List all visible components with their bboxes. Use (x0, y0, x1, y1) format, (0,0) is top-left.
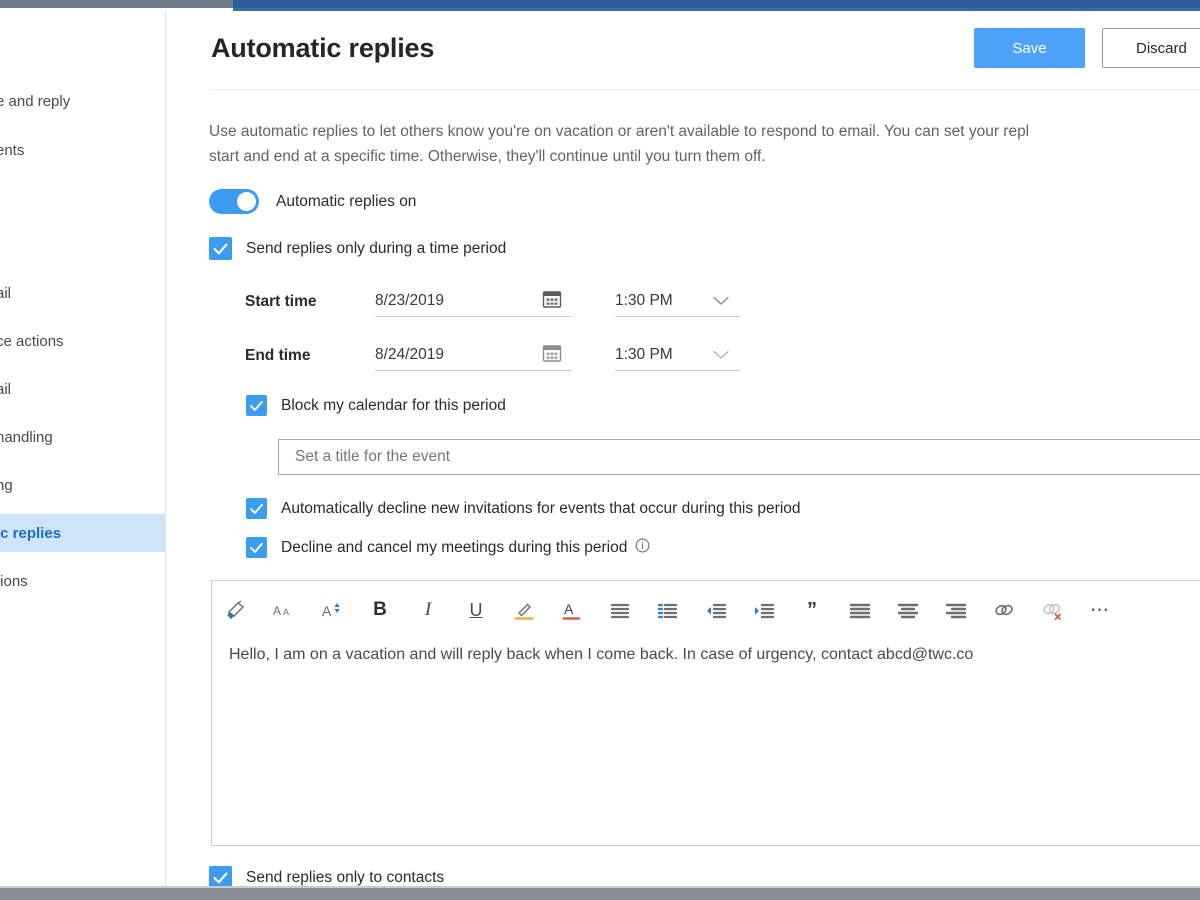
time-period-checkbox-row: Send replies only during a time period (209, 237, 506, 260)
discard-button-label: Discard (1136, 39, 1187, 57)
end-time-value: 1:30 PM (615, 345, 673, 363)
increase-indent-icon[interactable] (740, 588, 788, 632)
start-time-label: Start time (245, 293, 317, 310)
save-button-label: Save (1012, 39, 1047, 57)
svg-text:A: A (283, 607, 289, 617)
bold-icon-glyph: B (373, 599, 387, 620)
auto-decline-label: Automatically decline new invitations fo… (281, 499, 801, 517)
time-period-checkbox-label: Send replies only during a time period (246, 239, 507, 257)
sidebar-item-subscriptions[interactable]: tions (0, 562, 165, 600)
calendar-icon (541, 288, 563, 315)
numbered-list-icon[interactable] (644, 588, 692, 632)
end-time-field[interactable]: 1:30 PM (615, 339, 740, 371)
underline-icon-glyph: U (469, 599, 483, 620)
bulleted-list-icon[interactable] (596, 588, 644, 632)
quote-icon[interactable]: ” (788, 588, 836, 632)
window-titlebar-left (0, 0, 233, 8)
auto-decline-checkbox-row: Automatically decline new invitations fo… (246, 498, 801, 519)
decline-cancel-checkbox-row: Decline and cancel my meetings during th… (246, 537, 650, 558)
sidebar-item-compose-and-reply[interactable]: e and reply (0, 82, 165, 120)
sidebar-item-junk-email[interactable]: ail (0, 274, 165, 312)
sidebar-item-sync-email[interactable]: ail (0, 370, 165, 408)
reply-message-body[interactable]: Hello, I am on a vacation and will reply… (229, 643, 1200, 667)
align-center-icon[interactable] (884, 588, 932, 632)
settings-sidebar: e and reply ents ail ce actions ail handling… (0, 11, 165, 886)
auto-decline-checkbox[interactable] (246, 498, 267, 519)
sidebar-item-label: ents (0, 141, 25, 159)
save-button[interactable]: Save (974, 28, 1085, 68)
sidebar-item-surface-actions[interactable]: ce actions (0, 322, 165, 360)
toggle-knob (237, 192, 256, 211)
italic-icon[interactable]: I (404, 588, 452, 632)
svg-text:A: A (322, 603, 332, 619)
header-divider (210, 89, 1200, 90)
sidebar-item-automatic-replies[interactable]: ic replies (0, 514, 165, 552)
sidebar-item-attachments[interactable]: ents (0, 131, 165, 169)
sidebar-item-label: ail (0, 380, 12, 398)
svg-text:A: A (273, 604, 281, 618)
window-taskbar (0, 888, 1200, 900)
start-date-field[interactable]: 8/23/2019 (375, 285, 571, 317)
block-calendar-checkbox[interactable] (246, 395, 267, 416)
italic-icon-glyph: I (424, 599, 432, 620)
automatic-replies-toggle-row: Automatic replies on (209, 189, 416, 214)
decline-cancel-checkbox[interactable] (246, 537, 267, 558)
svg-text:A: A (564, 601, 574, 617)
decline-cancel-label: Decline and cancel my meetings during th… (281, 538, 628, 556)
page-title: Automatic replies (211, 33, 435, 63)
sidebar-item-forwarding[interactable]: ng (0, 466, 165, 504)
calendar-icon (541, 342, 563, 369)
sidebar-item-label: ail (0, 284, 12, 302)
underline-icon[interactable]: U (452, 588, 500, 632)
quote-icon-glyph: ” (807, 599, 817, 621)
chevron-down-icon (712, 294, 730, 312)
editor-toolbar: A A A B I U A” ⋯ (212, 581, 1200, 639)
end-time-label: End time (245, 347, 311, 364)
more-options-icon[interactable]: ⋯ (1076, 588, 1124, 632)
settings-window: e and reply ents ail ce actions ail handling… (0, 0, 1200, 900)
reply-message-editor: A A A B I U A” ⋯ Hello, I am on a vacation and … (211, 580, 1200, 846)
block-calendar-label: Block my calendar for this period (281, 396, 506, 414)
end-date-field[interactable]: 8/24/2019 (375, 339, 571, 371)
start-time-field[interactable]: 1:30 PM (615, 285, 740, 317)
discard-button[interactable]: Discard (1102, 28, 1200, 68)
event-title-input[interactable] (278, 439, 1200, 475)
sidebar-item-label: ng (0, 476, 13, 494)
sidebar-item-label: ce actions (0, 332, 64, 350)
remove-link-icon[interactable] (1028, 588, 1076, 632)
format-painter-icon[interactable] (212, 588, 260, 632)
automatic-replies-toggle[interactable] (209, 189, 259, 214)
sidebar-item-message-handling[interactable]: handling (0, 418, 165, 456)
more-options-icon-glyph: ⋯ (1090, 599, 1110, 621)
highlight-icon[interactable] (500, 588, 548, 632)
block-calendar-checkbox-row: Block my calendar for this period (246, 395, 506, 416)
settings-main-panel: Automatic replies Save Discard Use autom… (166, 11, 1200, 889)
align-left-icon[interactable] (836, 588, 884, 632)
insert-link-icon[interactable] (980, 588, 1028, 632)
start-date-value: 8/23/2019 (375, 291, 444, 309)
start-time-value: 1:30 PM (615, 291, 673, 309)
font-color-icon[interactable]: A (548, 588, 596, 632)
align-right-icon[interactable] (932, 588, 980, 632)
end-date-value: 8/24/2019 (375, 345, 444, 363)
sidebar-item-label: tions (0, 572, 28, 590)
chevron-down-icon (712, 348, 730, 366)
info-circle-icon[interactable] (635, 538, 650, 558)
bold-icon[interactable]: B (356, 588, 404, 632)
sidebar-item-label: ic replies (0, 524, 62, 542)
decrease-indent-icon[interactable] (692, 588, 740, 632)
font-family-icon[interactable]: AA (260, 588, 308, 632)
font-size-icon[interactable]: A (308, 588, 356, 632)
send-to-contacts-label: Send replies only to contacts (246, 868, 445, 886)
sidebar-item-label: e and reply (0, 92, 71, 110)
window-titlebar-right (233, 0, 1200, 8)
time-period-checkbox[interactable] (209, 237, 232, 260)
sidebar-item-label: handling (0, 428, 53, 446)
automatic-replies-toggle-label: Automatic replies on (276, 192, 417, 210)
description-text: Use automatic replies to let others know… (209, 123, 1030, 165)
